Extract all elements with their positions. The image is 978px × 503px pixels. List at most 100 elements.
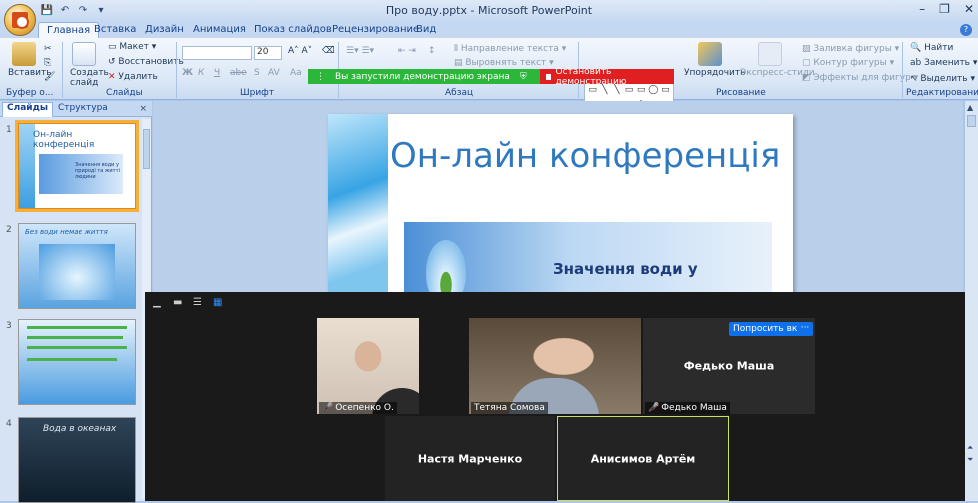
participant-name: 🎤̸ Осепенко О. — [319, 402, 397, 414]
participant-tile[interactable]: Попросить вкл ··· Федько Маша 🎤̸ Федько М… — [643, 318, 815, 414]
slide-thumb-3[interactable] — [18, 319, 136, 405]
paste-icon[interactable] — [12, 42, 36, 66]
clipboard-group-label: Буфер о... — [6, 88, 54, 98]
delete-slide-button[interactable]: ✕ Удалить — [108, 72, 158, 82]
close-button[interactable]: ✕ — [964, 2, 974, 16]
arrange-icon[interactable] — [698, 42, 722, 66]
thumb-title: Вода в океанах — [43, 424, 117, 434]
ribbon-tabs: Главная Вставка Дизайн Анимация Показ сл… — [0, 22, 978, 38]
more-options-button[interactable]: ··· — [797, 322, 813, 336]
slides-panel-tabs: Слайды Структура × — [0, 101, 152, 117]
tab-view[interactable]: Вид — [416, 22, 436, 38]
font-size-combo[interactable]: 20 — [254, 46, 282, 60]
shadow-button[interactable]: S — [254, 68, 260, 78]
thumb-text-line — [27, 326, 127, 329]
save-icon[interactable]: 💾 — [40, 3, 54, 17]
editor-scrollbar[interactable]: ▲ ⏶ ⏷ — [964, 101, 978, 501]
arrange-button[interactable]: Упорядочить — [684, 68, 745, 78]
window-title: Про воду.pptx - Microsoft PowerPoint — [385, 4, 593, 17]
minimize-view-icon[interactable]: ▁ — [153, 298, 165, 308]
screen-share-bar: ⋮ Вы запустили демонстрацию экрана ⛨ Ост… — [308, 67, 674, 87]
shape-effects-button[interactable]: ◩ Эффекты для фигур ▾ — [802, 73, 918, 83]
reset-button[interactable]: ↺ Восстановить — [108, 57, 184, 67]
thumb-text-line — [27, 336, 123, 339]
scroll-up-icon[interactable]: ▲ — [967, 103, 973, 112]
char-spacing-button[interactable]: AV — [268, 68, 280, 78]
current-slide[interactable]: Он-лайн конференція Значення води у — [328, 114, 793, 304]
shape-fill-button[interactable]: ▨ Заливка фигуры ▾ — [802, 44, 899, 54]
tab-animation[interactable]: Анимация — [193, 22, 246, 38]
maximize-button[interactable]: ❐ — [939, 2, 950, 16]
undo-icon[interactable]: ↶ — [58, 3, 72, 17]
slide-thumb-1[interactable]: Он-лайн конференція Значення води у прир… — [15, 120, 139, 212]
strike-button[interactable]: abe — [230, 68, 247, 78]
speaker-view-icon[interactable]: ▬ — [173, 298, 185, 308]
cut-icon[interactable]: ✂ — [44, 44, 52, 54]
scroll-prev-icon[interactable]: ⏶ — [967, 443, 973, 453]
participant-name: 🎤̸ Федько Маша — [645, 402, 730, 414]
tab-design[interactable]: Дизайн — [145, 22, 184, 38]
format-painter-icon[interactable]: 🖌 — [44, 72, 55, 82]
thumb-subtitle: Значення води у природі та житті людини — [75, 162, 120, 180]
new-slide-icon[interactable] — [72, 42, 96, 66]
tab-review[interactable]: Рецензирование — [332, 22, 419, 38]
find-button[interactable]: 🔍 Найти — [910, 43, 953, 53]
bold-button[interactable]: Ж — [182, 68, 193, 78]
scroll-next-icon[interactable]: ⏷ — [967, 455, 973, 465]
shape-outline-button[interactable]: ▢ Контур фигуры ▾ — [802, 58, 894, 68]
slide-subtitle[interactable]: Значення води у — [553, 260, 698, 278]
slide-thumb-4[interactable]: Вода в океанах — [18, 417, 136, 503]
drawing-group-label: Рисование — [716, 88, 766, 98]
stop-share-button[interactable]: Остановить демонстрацию — [540, 67, 674, 87]
participant-tile[interactable]: Настя Марченко — [385, 416, 555, 501]
slide-title[interactable]: Он-лайн конференція — [390, 136, 780, 176]
tab-slideshow[interactable]: Показ слайдов — [254, 22, 332, 38]
change-case-button[interactable]: Aa — [290, 68, 302, 78]
mic-muted-icon: 🎤̸ — [648, 403, 660, 413]
ask-to-start-video-button[interactable]: Попросить вкл — [729, 322, 808, 336]
thumb-text-line — [27, 346, 127, 349]
participant-tile[interactable]: 🎤̸ Осепенко О. — [317, 318, 419, 414]
scrollbar-thumb[interactable] — [143, 129, 150, 169]
line-spacing-icon[interactable]: ↕ — [428, 46, 436, 56]
italic-button[interactable]: К — [198, 68, 204, 78]
redo-icon[interactable]: ↷ — [76, 3, 90, 17]
text-direction-button[interactable]: ⦀ Направление текста ▾ — [454, 44, 566, 54]
thumb-title: Он-лайн конференція — [33, 130, 95, 150]
slide-number: 3 — [6, 321, 12, 331]
drag-handle-icon[interactable]: ⋮ — [316, 72, 325, 82]
align-text-button[interactable]: ▤ Выровнять текст ▾ — [454, 58, 554, 68]
participant-name-center: Федько Маша — [683, 359, 775, 373]
gallery-view-icon[interactable]: ▦ — [213, 298, 225, 308]
title-bar: Про воду.pptx - Microsoft PowerPoint 💾 ↶… — [0, 0, 978, 22]
copy-icon[interactable]: ⎘ — [44, 58, 51, 68]
customize-qat-icon[interactable]: ▾ — [94, 3, 108, 17]
tab-home[interactable]: Главная — [38, 22, 100, 38]
tab-insert[interactable]: Вставка — [94, 22, 136, 38]
participant-tile[interactable]: Тетяна Сомова — [469, 318, 641, 414]
participant-name-center: Анисимов Артём — [590, 452, 696, 465]
bullets-icon[interactable]: ☰▾ ☰▾ — [346, 46, 374, 56]
slide-decoration — [328, 114, 388, 304]
slide-editor: Он-лайн конференція Значення води у — [153, 101, 963, 304]
select-button[interactable]: ↖ Выделить ▾ — [910, 74, 975, 84]
close-panel-icon[interactable]: × — [139, 104, 147, 114]
minimize-button[interactable]: – — [919, 2, 925, 16]
office-button[interactable] — [4, 4, 36, 36]
quick-styles-icon[interactable] — [758, 42, 782, 66]
scrollbar-thumb[interactable] — [967, 115, 976, 127]
underline-button[interactable]: Ч — [214, 68, 220, 78]
help-icon[interactable]: ? — [960, 24, 972, 36]
indent-icon[interactable]: ⇤ ⇥ — [398, 46, 416, 56]
clear-format-icon[interactable]: ⌫ — [322, 46, 335, 56]
grow-font-icon[interactable]: A˄ A˅ — [288, 46, 312, 56]
strip-view-icon[interactable]: ☰ — [193, 298, 205, 308]
tab-outline[interactable]: Структура — [58, 103, 108, 113]
tab-slides[interactable]: Слайды — [2, 102, 53, 117]
slide-thumb-2[interactable]: Без води немає життя — [18, 223, 136, 309]
font-family-combo[interactable] — [182, 46, 252, 60]
layout-button[interactable]: ▭ Макет ▾ — [108, 42, 156, 52]
new-slide-button[interactable]: Создать слайд — [70, 68, 109, 88]
replace-button[interactable]: ab Заменить ▾ — [910, 58, 977, 68]
active-speaker-tile[interactable]: Анисимов Артём — [557, 416, 729, 501]
